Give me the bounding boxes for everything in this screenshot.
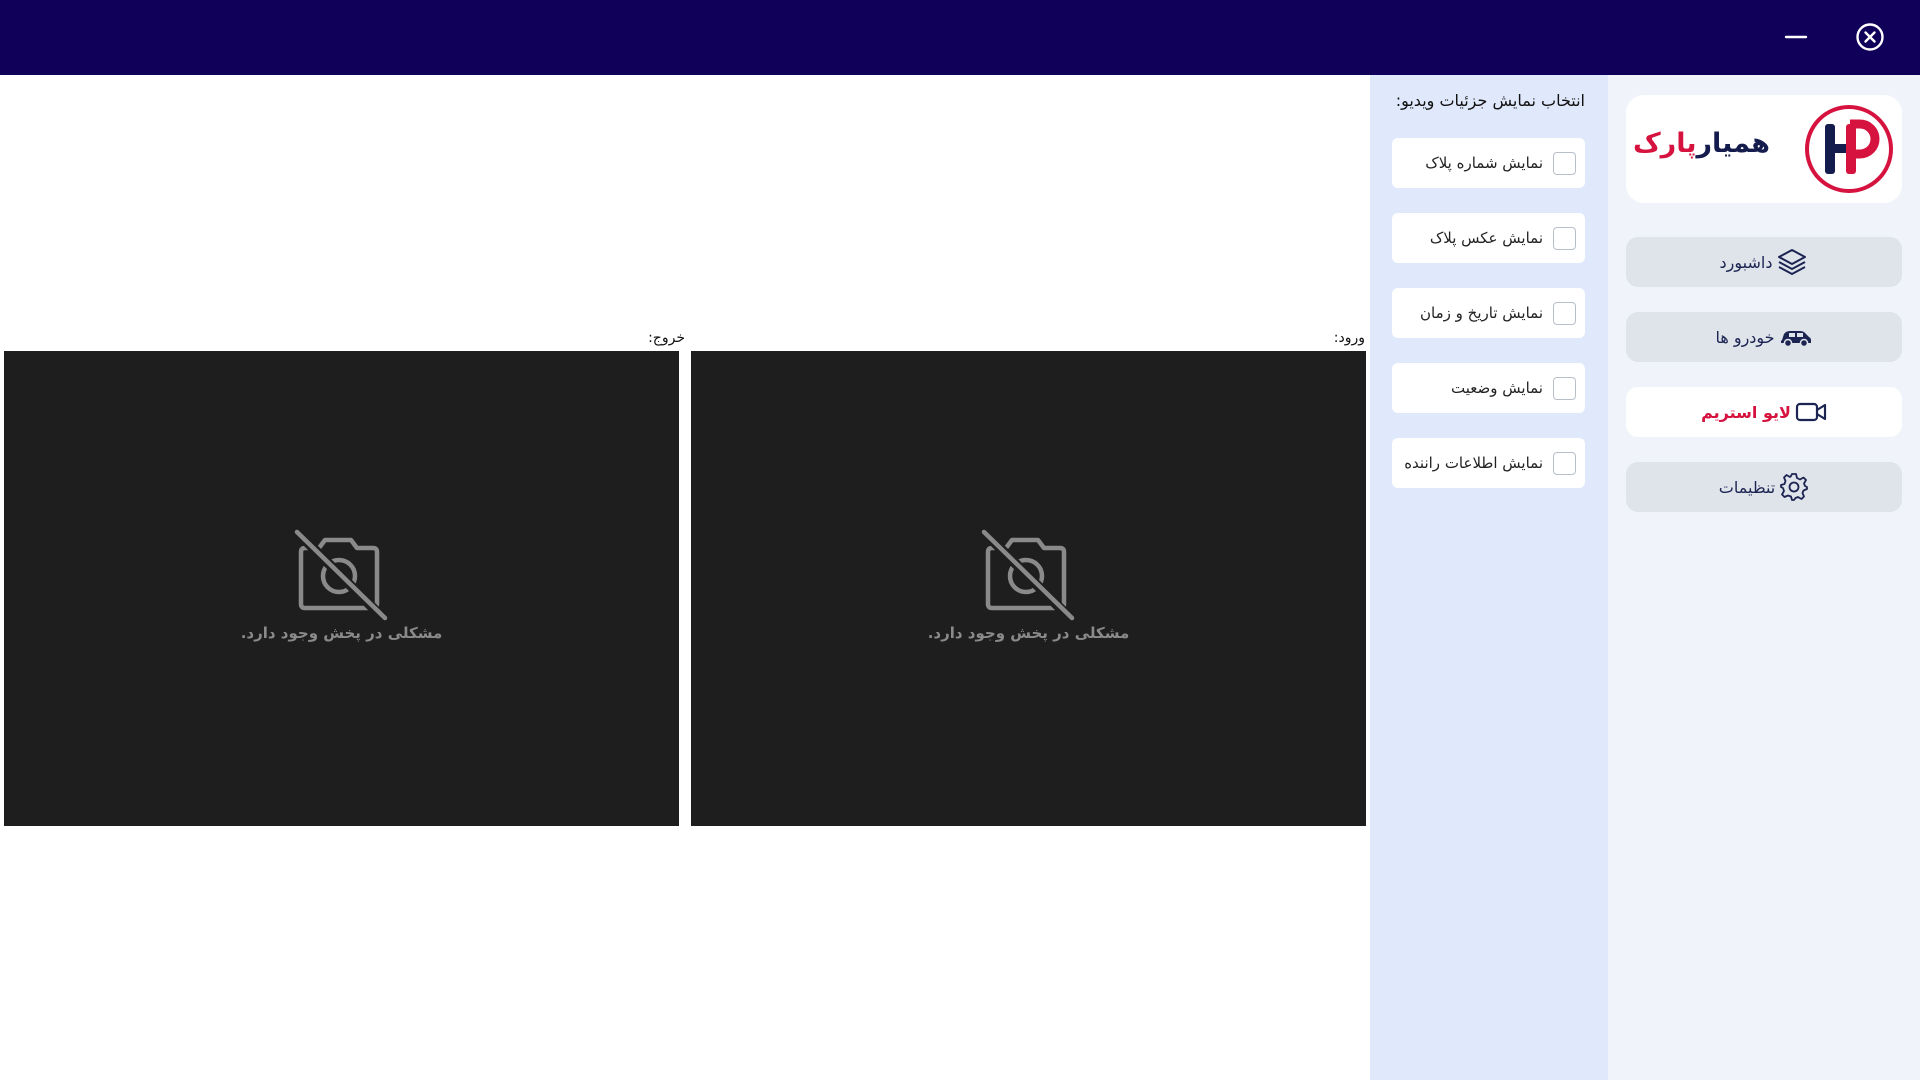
checkbox[interactable] (1553, 451, 1576, 475)
sidebar-item-vehicles[interactable]: خودرو ها (1626, 312, 1902, 362)
checkbox[interactable] (1553, 151, 1576, 175)
car-icon (1780, 331, 1811, 348)
layers-icon (1778, 249, 1807, 275)
minimize-window-button[interactable] (1777, 18, 1815, 56)
option-driver-info[interactable]: نمایش اطلاعات راننده (1392, 438, 1585, 488)
exit-camera-feed[interactable]: مشکلی در پخش وجود دارد. (4, 351, 679, 826)
logo-text-part2: پارک (1633, 128, 1697, 159)
video-camera-icon (1795, 402, 1826, 422)
close-window-button[interactable] (1851, 18, 1889, 56)
video-options-panel: انتخاب نمایش جزئیات ویدیو: نمایش شماره پ… (1370, 75, 1608, 1080)
sidebar-item-label: خودرو ها (1715, 327, 1775, 347)
hp-logo-icon (1805, 105, 1893, 193)
sidebar-item-label: لایو استریم (1701, 402, 1791, 422)
title-bar (0, 0, 1920, 75)
logo-text: همیارپارک (1633, 128, 1770, 159)
exit-camera-label: خروج: (648, 330, 685, 346)
playback-error-message: مشکلی در پخش وجود دارد. (240, 624, 443, 642)
playback-error-message: مشکلی در پخش وجود دارد. (927, 624, 1130, 642)
sidebar-item-dashboard[interactable]: داشبورد (1626, 237, 1902, 287)
sidebar-item-live-stream[interactable]: لایو استریم (1626, 387, 1902, 437)
gear-icon (1780, 473, 1809, 501)
minimize-icon (1784, 35, 1808, 39)
option-status[interactable]: نمایش وضعیت (1392, 363, 1585, 413)
option-plate-number[interactable]: نمایش شماره پلاک (1392, 138, 1585, 188)
checkbox[interactable] (1553, 226, 1576, 250)
option-label: نمایش عکس پلاک (1429, 229, 1543, 247)
sidebar-item-settings[interactable]: تنظیمات (1626, 462, 1902, 512)
options-title: انتخاب نمایش جزئیات ویدیو: (1395, 91, 1585, 110)
close-icon (1856, 23, 1884, 51)
camera-off-icon (980, 528, 1076, 621)
logo-text-part1: همیار (1696, 128, 1770, 159)
camera-off-icon (293, 528, 389, 621)
entry-camera-feed[interactable]: مشکلی در پخش وجود دارد. (691, 351, 1366, 826)
checkbox[interactable] (1553, 376, 1576, 400)
sidebar-item-label: داشبورد (1719, 252, 1773, 272)
entry-camera-label: ورود: (1333, 330, 1365, 346)
option-label: نمایش اطلاعات راننده (1404, 454, 1543, 472)
option-label: نمایش تاریخ و زمان (1420, 304, 1543, 322)
logo-card: همیارپارک (1626, 95, 1902, 203)
sidebar-item-label: تنظیمات (1718, 477, 1776, 497)
sidebar: همیارپارک داشبورد خودرو ها لایو استریم ت… (1608, 75, 1920, 1080)
option-label: نمایش شماره پلاک (1425, 154, 1543, 172)
option-plate-image[interactable]: نمایش عکس پلاک (1392, 213, 1585, 263)
checkbox[interactable] (1553, 301, 1576, 325)
option-date-time[interactable]: نمایش تاریخ و زمان (1392, 288, 1585, 338)
option-label: نمایش وضعیت (1451, 379, 1543, 397)
